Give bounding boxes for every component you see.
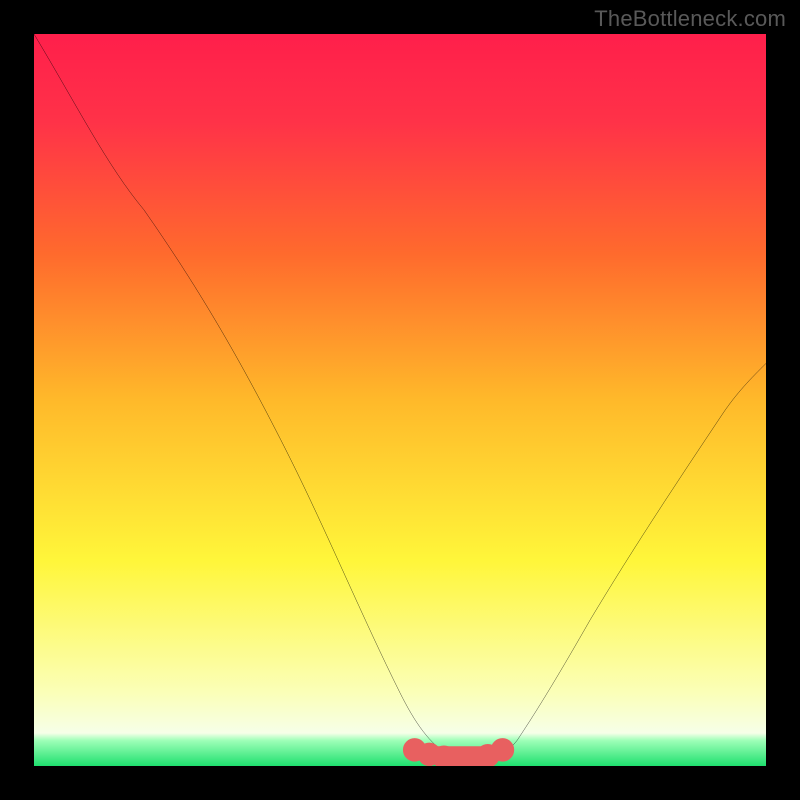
bottleneck-curve-path: [34, 34, 766, 762]
valley-marker: [408, 743, 509, 765]
curve-layer: [34, 34, 766, 766]
chart-frame: TheBottleneck.com: [0, 0, 800, 800]
plot-area: [34, 34, 766, 766]
watermark-text: TheBottleneck.com: [594, 6, 786, 32]
